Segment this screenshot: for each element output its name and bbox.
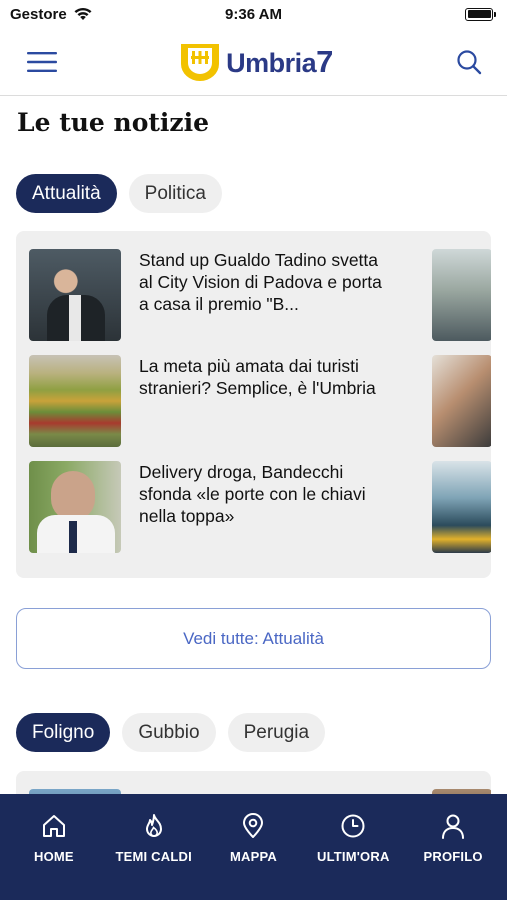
- news-item[interactable]: Delivery droga, Bandecchi sfonda «le por…: [29, 461, 449, 553]
- section-title: Le tue notizie: [17, 108, 210, 137]
- news-card: Stand up Gualdo Tadino svetta al City Vi…: [16, 231, 491, 578]
- menu-button[interactable]: [26, 46, 58, 78]
- bottom-tab-bar: HOME TEMI CALDI MAPPA ULTIM'ORA PROFILO: [0, 794, 507, 900]
- tab-label: TEMI CALDI: [115, 849, 192, 864]
- map-pin-icon: [243, 813, 264, 838]
- chip-perugia[interactable]: Perugia: [227, 713, 326, 752]
- category-chips: Attualità Politica: [16, 174, 222, 213]
- tab-temi-caldi[interactable]: TEMI CALDI: [104, 794, 204, 900]
- news-thumbnail-peek[interactable]: [432, 355, 491, 447]
- home-icon: [42, 815, 65, 837]
- app-header: Umbria7: [0, 28, 507, 96]
- user-icon: [442, 814, 465, 839]
- news-item[interactable]: La meta più amata dai turisti stranieri?…: [29, 355, 449, 447]
- hamburger-menu-icon: [27, 51, 57, 72]
- app-logo[interactable]: Umbria7: [178, 42, 333, 82]
- tab-label: HOME: [33, 849, 74, 864]
- tab-profilo[interactable]: PROFILO: [403, 794, 503, 900]
- battery-icon: [465, 7, 496, 21]
- chip-foligno[interactable]: Foligno: [16, 713, 111, 752]
- search-icon: [457, 49, 482, 74]
- wifi-icon: [74, 7, 92, 20]
- see-all-button[interactable]: Vedi tutte: Attualità: [16, 608, 491, 669]
- status-bar: Gestore 9:36 AM: [0, 0, 507, 28]
- news-title: Stand up Gualdo Tadino svetta al City Vi…: [139, 250, 382, 314]
- news-thumbnail-peek[interactable]: [432, 461, 491, 553]
- city-chips: Foligno Gubbio Perugia: [16, 713, 326, 752]
- chip-attualita[interactable]: Attualità: [16, 174, 117, 213]
- status-left: Gestore: [10, 6, 93, 23]
- chip-gubbio[interactable]: Gubbio: [122, 713, 216, 752]
- clock-icon: [341, 814, 365, 838]
- tab-label: MAPPA: [230, 849, 277, 864]
- logo-shield-icon: [181, 43, 220, 81]
- tab-label: ULTIM'ORA: [317, 849, 390, 864]
- carrier-label: Gestore: [10, 5, 67, 23]
- news-thumbnail: [29, 249, 121, 341]
- tab-label: PROFILO: [423, 849, 483, 864]
- tab-home[interactable]: HOME: [4, 794, 104, 900]
- news-thumbnail: [29, 461, 121, 553]
- flame-icon: [145, 814, 162, 837]
- news-title: La meta più amata dai turisti stranieri?…: [139, 356, 376, 398]
- chip-politica[interactable]: Politica: [128, 174, 222, 213]
- news-thumbnail: [29, 355, 121, 447]
- tab-ultimora[interactable]: ULTIM'ORA: [303, 794, 403, 900]
- tab-mappa[interactable]: MAPPA: [204, 794, 304, 900]
- search-button[interactable]: [453, 46, 485, 78]
- logo-wordmark: Umbria7: [226, 44, 333, 80]
- logo-number: 7: [316, 43, 333, 79]
- news-item[interactable]: Stand up Gualdo Tadino svetta al City Vi…: [29, 249, 449, 341]
- news-thumbnail-peek[interactable]: [432, 249, 491, 341]
- news-title: Delivery droga, Bandecchi sfonda «le por…: [139, 462, 366, 526]
- logo-word: Umbria: [226, 47, 317, 78]
